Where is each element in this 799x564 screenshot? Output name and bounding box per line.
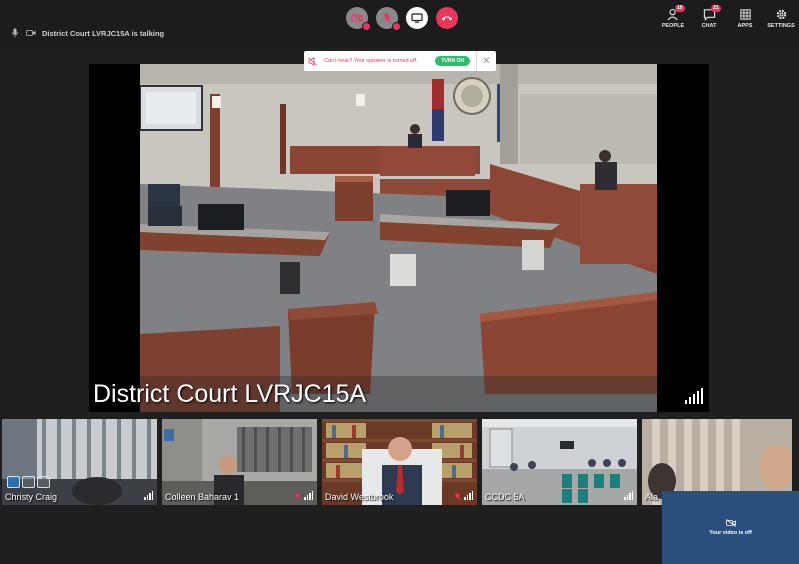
- chat-label: CHAT: [701, 23, 717, 29]
- signal-strength-icon: [304, 491, 313, 500]
- microphone-icon: [10, 28, 20, 38]
- people-count-badge: 10: [675, 5, 685, 12]
- apps-icon: [739, 9, 751, 20]
- microphone-off-icon: [382, 12, 392, 24]
- muted-microphone-icon: [454, 493, 461, 501]
- monitor-icon: [411, 13, 423, 23]
- apps-label: APPS: [737, 23, 753, 29]
- picture-icon[interactable]: [22, 476, 35, 488]
- chat-count-badge: 21: [711, 5, 721, 12]
- participant-name: Colleen Baharav 1: [165, 492, 240, 502]
- camera-off-icon: [725, 519, 736, 527]
- tile-toolbar: [7, 476, 50, 488]
- speaker-muted-icon: [304, 56, 322, 66]
- settings-button[interactable]: SETTINGS: [767, 8, 795, 29]
- grid-icon[interactable]: [37, 476, 50, 488]
- participant-name: Christy Craig: [5, 492, 58, 502]
- notification-message: Can't hear? Your speaker is turned off.: [324, 58, 418, 64]
- top-bar: District Court LVRJC15A is talking 10 PE…: [0, 0, 799, 48]
- signal-strength-icon: [144, 491, 153, 500]
- chat-button[interactable]: 21 CHAT: [697, 5, 721, 29]
- muted-microphone-icon: [294, 493, 301, 501]
- people-button[interactable]: 10 PEOPLE: [661, 5, 685, 29]
- participant-tile[interactable]: Christy Craig: [2, 419, 157, 505]
- participant-tile[interactable]: Colleen Baharav 1: [162, 419, 317, 505]
- microphone-toggle-button[interactable]: [376, 7, 401, 31]
- camera-options-dropdown[interactable]: [362, 22, 371, 31]
- courtroom-video-feed: [140, 64, 657, 412]
- signal-strength-icon: [464, 491, 473, 500]
- main-video-stage[interactable]: District Court LVRJC15A: [89, 64, 709, 412]
- call-controls: [346, 7, 458, 31]
- camera-off-icon: [351, 13, 363, 23]
- hang-up-button[interactable]: [436, 7, 458, 29]
- people-label: PEOPLE: [661, 23, 685, 29]
- self-video-status: Your video is off: [709, 530, 752, 536]
- share-screen-button[interactable]: [406, 7, 428, 29]
- settings-icon: [776, 9, 786, 20]
- active-speaker-indicator: District Court LVRJC15A is talking: [10, 26, 164, 40]
- person-pin-icon[interactable]: [7, 476, 20, 488]
- participant-tile[interactable]: CCDC 5A: [482, 419, 637, 505]
- main-video-label: District Court LVRJC15A: [93, 380, 367, 408]
- phone-hangup-icon: [442, 16, 452, 21]
- participant-tile[interactable]: David Westbrook: [322, 419, 477, 505]
- right-navigation: 10 PEOPLE 21 CHAT APPS SETTINGS: [661, 5, 795, 29]
- microphone-options-dropdown[interactable]: [392, 22, 401, 31]
- video-call-window: District Court LVRJC15A is talking 10 PE…: [0, 0, 799, 564]
- settings-label: SETTINGS: [767, 23, 795, 29]
- participant-name: Ala: [645, 492, 659, 502]
- camera-icon: [26, 28, 36, 38]
- apps-button[interactable]: APPS: [733, 8, 757, 29]
- speaker-off-notification: Can't hear? Your speaker is turned off. …: [304, 51, 496, 71]
- close-icon: ✕: [482, 55, 491, 67]
- signal-strength-icon: [685, 388, 703, 404]
- self-view-tile[interactable]: Your video is off: [662, 491, 799, 564]
- turn-on-speaker-button[interactable]: TURN ON: [435, 56, 470, 66]
- talking-text: District Court LVRJC15A is talking: [42, 28, 165, 38]
- camera-toggle-button[interactable]: [346, 7, 371, 31]
- signal-strength-icon: [624, 491, 633, 500]
- participant-name: CCDC 5A: [485, 492, 525, 502]
- close-notification-button[interactable]: ✕: [476, 51, 496, 71]
- participant-name: David Westbrook: [325, 492, 394, 502]
